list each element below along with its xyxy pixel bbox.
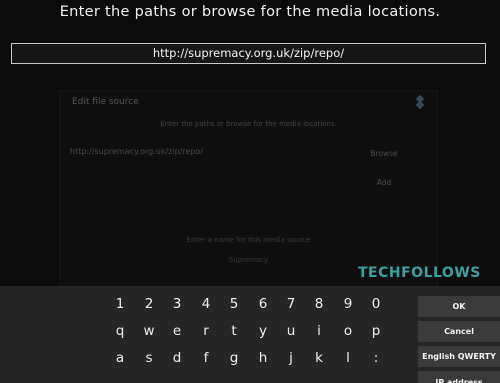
dialog-title: Edit file source — [72, 97, 139, 107]
edit-source-dialog: Edit file source Enter the paths or brow… — [59, 90, 438, 290]
key-k[interactable]: k — [307, 347, 331, 369]
key-l[interactable]: l — [336, 347, 360, 369]
dialog-instruction: Enter the paths or browse for the media … — [160, 120, 337, 128]
ip-address-button[interactable]: IP address — [418, 371, 500, 383]
key-a[interactable]: a — [108, 347, 132, 369]
key-p[interactable]: p — [364, 320, 388, 342]
key-g[interactable]: g — [222, 347, 246, 369]
key-r[interactable]: r — [194, 320, 218, 342]
key-o[interactable]: o — [336, 320, 360, 342]
browse-button[interactable]: Browse — [349, 145, 419, 163]
key-3[interactable]: 3 — [165, 293, 189, 315]
ok-button[interactable]: OK — [418, 296, 500, 317]
key-8[interactable]: 8 — [307, 293, 331, 315]
kodi-logo-icon — [415, 95, 425, 109]
dialog-path-field[interactable]: http://supremacy.org.uk/zip/repo/ — [70, 145, 340, 159]
key-h[interactable]: h — [251, 347, 275, 369]
key-t[interactable]: t — [222, 320, 246, 342]
key-y[interactable]: y — [251, 320, 275, 342]
url-input[interactable]: http://supremacy.org.uk/zip/repo/ — [11, 43, 486, 64]
key-i[interactable]: i — [307, 320, 331, 342]
key-s[interactable]: s — [137, 347, 161, 369]
key-u[interactable]: u — [279, 320, 303, 342]
key-d[interactable]: d — [165, 347, 189, 369]
dialog-name-hint: Enter a name for this media source — [186, 236, 311, 244]
key-0[interactable]: 0 — [364, 293, 388, 315]
key-j[interactable]: j — [279, 347, 303, 369]
dialog-source-name[interactable]: Supremacy — [60, 256, 437, 264]
key-1[interactable]: 1 — [108, 293, 132, 315]
key-q[interactable]: q — [108, 320, 132, 342]
key-2[interactable]: 2 — [137, 293, 161, 315]
onscreen-keyboard: 1 2 3 4 5 6 7 8 9 0 q w e r t y u i o p … — [0, 286, 500, 383]
key-6[interactable]: 6 — [251, 293, 275, 315]
key-7[interactable]: 7 — [279, 293, 303, 315]
key-9[interactable]: 9 — [336, 293, 360, 315]
keyboard-layout-button[interactable]: English QWERTY — [418, 346, 500, 367]
prompt-heading: Enter the paths or browse for the media … — [59, 4, 441, 20]
cancel-button[interactable]: Cancel — [418, 321, 500, 342]
key-f[interactable]: f — [194, 347, 218, 369]
key-e[interactable]: e — [165, 320, 189, 342]
techfollows-watermark: TECHFOLLOWS — [358, 265, 481, 281]
key-4[interactable]: 4 — [194, 293, 218, 315]
key-colon[interactable]: : — [364, 347, 388, 369]
key-5[interactable]: 5 — [222, 293, 246, 315]
key-w[interactable]: w — [137, 320, 161, 342]
add-button[interactable]: Add — [349, 174, 419, 192]
